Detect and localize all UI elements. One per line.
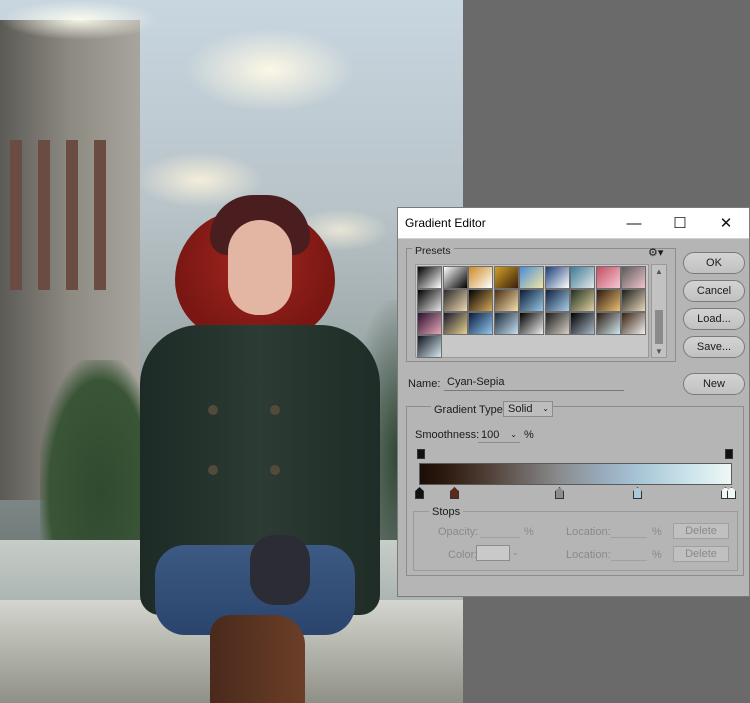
delete-color-button[interactable]: Delete	[673, 546, 729, 562]
coat-button	[270, 465, 280, 475]
preset-swatch[interactable]	[519, 266, 544, 289]
preset-swatch[interactable]	[442, 266, 468, 289]
coat-button	[208, 405, 218, 415]
preset-swatch[interactable]	[544, 266, 570, 289]
preset-swatch[interactable]	[570, 312, 595, 335]
load-button[interactable]: Load...	[683, 308, 745, 330]
location-unit: %	[652, 549, 662, 561]
preset-swatch[interactable]	[595, 266, 621, 289]
preset-swatch[interactable]	[493, 312, 519, 335]
location-label: Location:	[566, 526, 611, 538]
preset-swatch[interactable]	[595, 312, 621, 335]
preset-swatch[interactable]	[417, 312, 442, 335]
preset-swatch[interactable]	[621, 289, 646, 312]
gradient-type-label: Gradient Type:	[431, 404, 509, 416]
scroll-thumb[interactable]	[655, 310, 663, 344]
preset-swatch[interactable]	[570, 266, 595, 289]
preset-swatch[interactable]	[468, 266, 493, 289]
color-location-field[interactable]	[611, 547, 647, 561]
minimize-button[interactable]: —	[611, 208, 657, 239]
name-label: Name:	[408, 378, 441, 390]
preset-swatch[interactable]	[493, 289, 519, 312]
scroll-up-icon[interactable]: ▲	[655, 267, 663, 276]
preset-swatch[interactable]	[621, 312, 646, 335]
preset-swatch[interactable]	[621, 266, 646, 289]
preset-swatch[interactable]	[442, 312, 468, 335]
column	[94, 140, 106, 290]
preset-swatch[interactable]	[442, 289, 468, 312]
color-label: Color:	[448, 549, 478, 561]
location-label: Location:	[566, 549, 611, 561]
preset-swatch[interactable]	[544, 289, 570, 312]
column	[66, 140, 78, 290]
stops-panel	[413, 511, 738, 571]
column	[10, 140, 22, 290]
maximize-button[interactable]: ☐	[657, 208, 703, 239]
close-button[interactable]: ✕	[703, 208, 749, 239]
preset-swatches	[415, 264, 649, 358]
delete-opacity-button[interactable]: Delete	[673, 523, 729, 539]
preset-swatch[interactable]	[519, 312, 544, 335]
preset-swatch[interactable]	[570, 289, 595, 312]
location-unit: %	[652, 526, 662, 538]
face	[228, 220, 292, 315]
preset-swatch[interactable]	[417, 266, 442, 289]
name-field[interactable]: Cyan-Sepia	[444, 374, 624, 391]
gradient-type-value: Solid	[508, 403, 533, 415]
preset-swatch[interactable]	[544, 312, 570, 335]
presets-scrollbar[interactable]: ▲ ▼	[651, 264, 667, 358]
gradient-type-select[interactable]: Solid ⌄	[503, 401, 553, 417]
scroll-down-icon[interactable]: ▼	[655, 347, 663, 356]
opacity-label: Opacity:	[438, 526, 479, 538]
stops-label: Stops	[429, 506, 464, 518]
coat-button	[208, 465, 218, 475]
ok-button[interactable]: OK	[683, 252, 745, 274]
gradient-preview-bar[interactable]	[419, 463, 732, 485]
gradient-editor-dialog: Gradient Editor — ☐ ✕ Presets ⚙▾ ▲ ▼ OK …	[397, 207, 750, 597]
opacity-stop[interactable]	[725, 449, 733, 459]
dropdown-arrow-icon: ⌄	[512, 548, 519, 557]
preset-swatch[interactable]	[493, 266, 519, 289]
preset-swatch[interactable]	[417, 289, 442, 312]
preset-swatch[interactable]	[468, 289, 493, 312]
preset-swatch[interactable]	[595, 289, 621, 312]
presets-label: Presets	[412, 245, 454, 257]
new-button[interactable]: New	[683, 373, 745, 395]
opacity-location-field[interactable]	[611, 524, 647, 538]
smoothness-label: Smoothness:	[415, 429, 480, 441]
preset-swatch[interactable]	[417, 335, 442, 358]
dropdown-arrow-icon: ⌄	[542, 404, 549, 413]
gear-icon[interactable]: ⚙▾	[648, 246, 663, 259]
photo-canvas[interactable]	[0, 0, 463, 703]
dialog-title: Gradient Editor	[405, 216, 486, 230]
preset-swatch[interactable]	[519, 289, 544, 312]
opacity-unit: %	[524, 526, 534, 538]
smoothness-unit: %	[524, 429, 534, 441]
gloves	[250, 535, 310, 605]
color-swatch[interactable]	[476, 545, 510, 561]
coat-button	[270, 405, 280, 415]
column	[38, 140, 50, 290]
preset-swatch[interactable]	[468, 312, 493, 335]
smoothness-value: 100	[481, 429, 500, 441]
string-lights	[0, 0, 160, 40]
dropdown-arrow-icon: ⌄	[510, 430, 517, 439]
opacity-stop[interactable]	[417, 449, 425, 459]
opacity-field[interactable]	[480, 524, 520, 538]
boot	[210, 615, 305, 703]
woman-figure	[140, 195, 380, 703]
save-button[interactable]: Save...	[683, 336, 745, 358]
title-bar[interactable]: Gradient Editor — ☐ ✕	[398, 208, 749, 239]
cancel-button[interactable]: Cancel	[683, 280, 745, 302]
smoothness-select[interactable]: 100 ⌄	[478, 427, 520, 443]
